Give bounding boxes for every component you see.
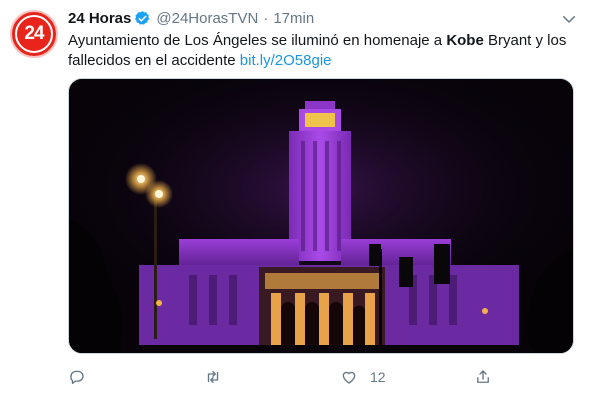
like-button[interactable]: 12	[340, 366, 386, 388]
tweet-text-part: Ayuntamiento de Los Ángeles se iluminó e…	[68, 32, 447, 49]
avatar[interactable]: 24	[10, 10, 58, 58]
retweet-button[interactable]	[204, 366, 222, 388]
share-icon	[477, 370, 489, 383]
chevron-down-icon[interactable]	[560, 10, 578, 28]
separator-dot: ·	[263, 9, 269, 27]
city-hall-photo	[69, 79, 573, 353]
reply-icon	[70, 370, 84, 385]
like-count: 12	[370, 369, 386, 385]
display-name[interactable]: 24 Horas	[68, 10, 131, 27]
tweet-actions: 12	[68, 366, 508, 388]
heart-icon	[342, 371, 356, 384]
tweet-text-bold: Kobe	[446, 32, 484, 49]
share-button[interactable]	[474, 366, 492, 388]
tweet-text: Ayuntamiento de Los Ángeles se iluminó e…	[68, 31, 573, 71]
tweet-link[interactable]: bit.ly/2O58gie	[240, 52, 332, 69]
retweet-icon	[207, 371, 219, 383]
tweet-photo[interactable]	[68, 78, 574, 354]
avatar-logo: 24	[15, 15, 53, 53]
tweet-header: 24 Horas @24HorasTVN · 17min	[68, 8, 314, 28]
timestamp[interactable]: 17min	[273, 10, 314, 27]
user-handle[interactable]: @24HorasTVN	[156, 10, 258, 27]
tweet-card[interactable]: 24 24 Horas @24HorasTVN · 17min Ayuntami…	[0, 0, 592, 401]
verified-badge-icon	[135, 10, 150, 25]
reply-button[interactable]	[68, 366, 86, 388]
